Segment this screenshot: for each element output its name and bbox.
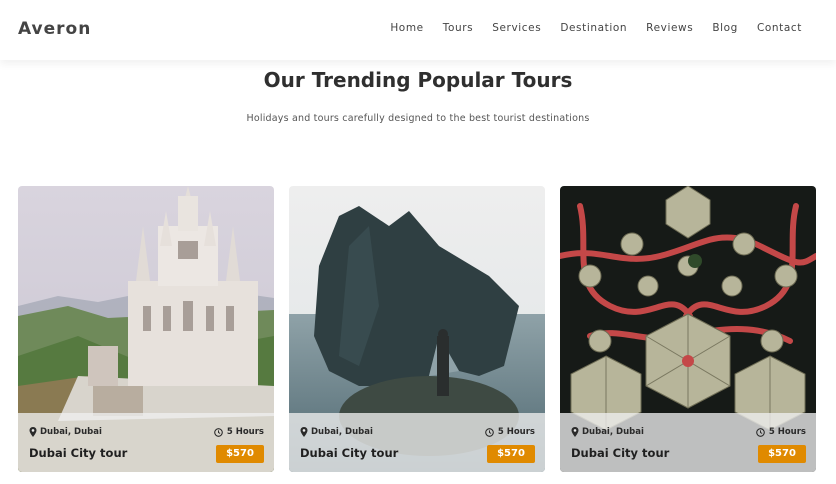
site-logo[interactable]: Averon: [18, 19, 91, 39]
clock-icon: [485, 427, 494, 437]
main-nav: Home Tours Services Destination Reviews …: [371, 22, 802, 34]
tour-card[interactable]: Dubai, Dubai 5 Hours Dubai City tour $57…: [289, 186, 545, 472]
nav-link-destination[interactable]: Destination: [560, 22, 627, 34]
nav-link-reviews[interactable]: Reviews: [646, 22, 693, 34]
card-location-text: Dubai, Dubai: [582, 427, 644, 437]
nav-link-tours[interactable]: Tours: [443, 22, 474, 34]
card-info-overlay: Dubai, Dubai 5 Hours Dubai City tour $57…: [289, 413, 545, 472]
price-badge[interactable]: $570: [216, 445, 264, 463]
price-badge[interactable]: $570: [487, 445, 535, 463]
card-duration: 5 Hours: [485, 427, 535, 437]
card-location: Dubai, Dubai: [300, 427, 373, 437]
card-title[interactable]: Dubai City tour: [29, 446, 127, 460]
card-duration-text: 5 Hours: [226, 427, 264, 437]
card-location: Dubai, Dubai: [29, 427, 102, 437]
card-info-overlay: Dubai, Dubai 5 Hours Dubai City tour $57…: [18, 413, 274, 472]
card-location-text: Dubai, Dubai: [40, 427, 102, 437]
tour-card[interactable]: Dubai, Dubai 5 Hours Dubai City tour $57…: [560, 186, 816, 472]
map-pin-icon: [571, 427, 579, 437]
card-duration-text: 5 Hours: [497, 427, 535, 437]
clock-icon: [756, 427, 765, 437]
card-duration: 5 Hours: [214, 427, 264, 437]
tour-card[interactable]: Dubai, Dubai 5 Hours Dubai City tour $57…: [18, 186, 274, 472]
section-title: Our Trending Popular Tours: [263, 68, 573, 92]
nav-link-home[interactable]: Home: [390, 22, 423, 34]
card-location: Dubai, Dubai: [571, 427, 644, 437]
price-badge[interactable]: $570: [758, 445, 806, 463]
top-navbar: Averon Home Tours Services Destination R…: [0, 0, 836, 60]
clock-icon: [214, 427, 223, 437]
card-title[interactable]: Dubai City tour: [300, 446, 398, 460]
card-location-text: Dubai, Dubai: [311, 427, 373, 437]
nav-link-services[interactable]: Services: [492, 22, 541, 34]
card-title[interactable]: Dubai City tour: [571, 446, 669, 460]
card-info-overlay: Dubai, Dubai 5 Hours Dubai City tour $57…: [560, 413, 816, 472]
card-duration-text: 5 Hours: [768, 427, 806, 437]
nav-link-blog[interactable]: Blog: [712, 22, 738, 34]
card-duration: 5 Hours: [756, 427, 806, 437]
map-pin-icon: [29, 427, 37, 437]
nav-link-contact[interactable]: Contact: [757, 22, 802, 34]
section-subtitle: Holidays and tours carefully designed to…: [246, 113, 590, 124]
map-pin-icon: [300, 427, 308, 437]
